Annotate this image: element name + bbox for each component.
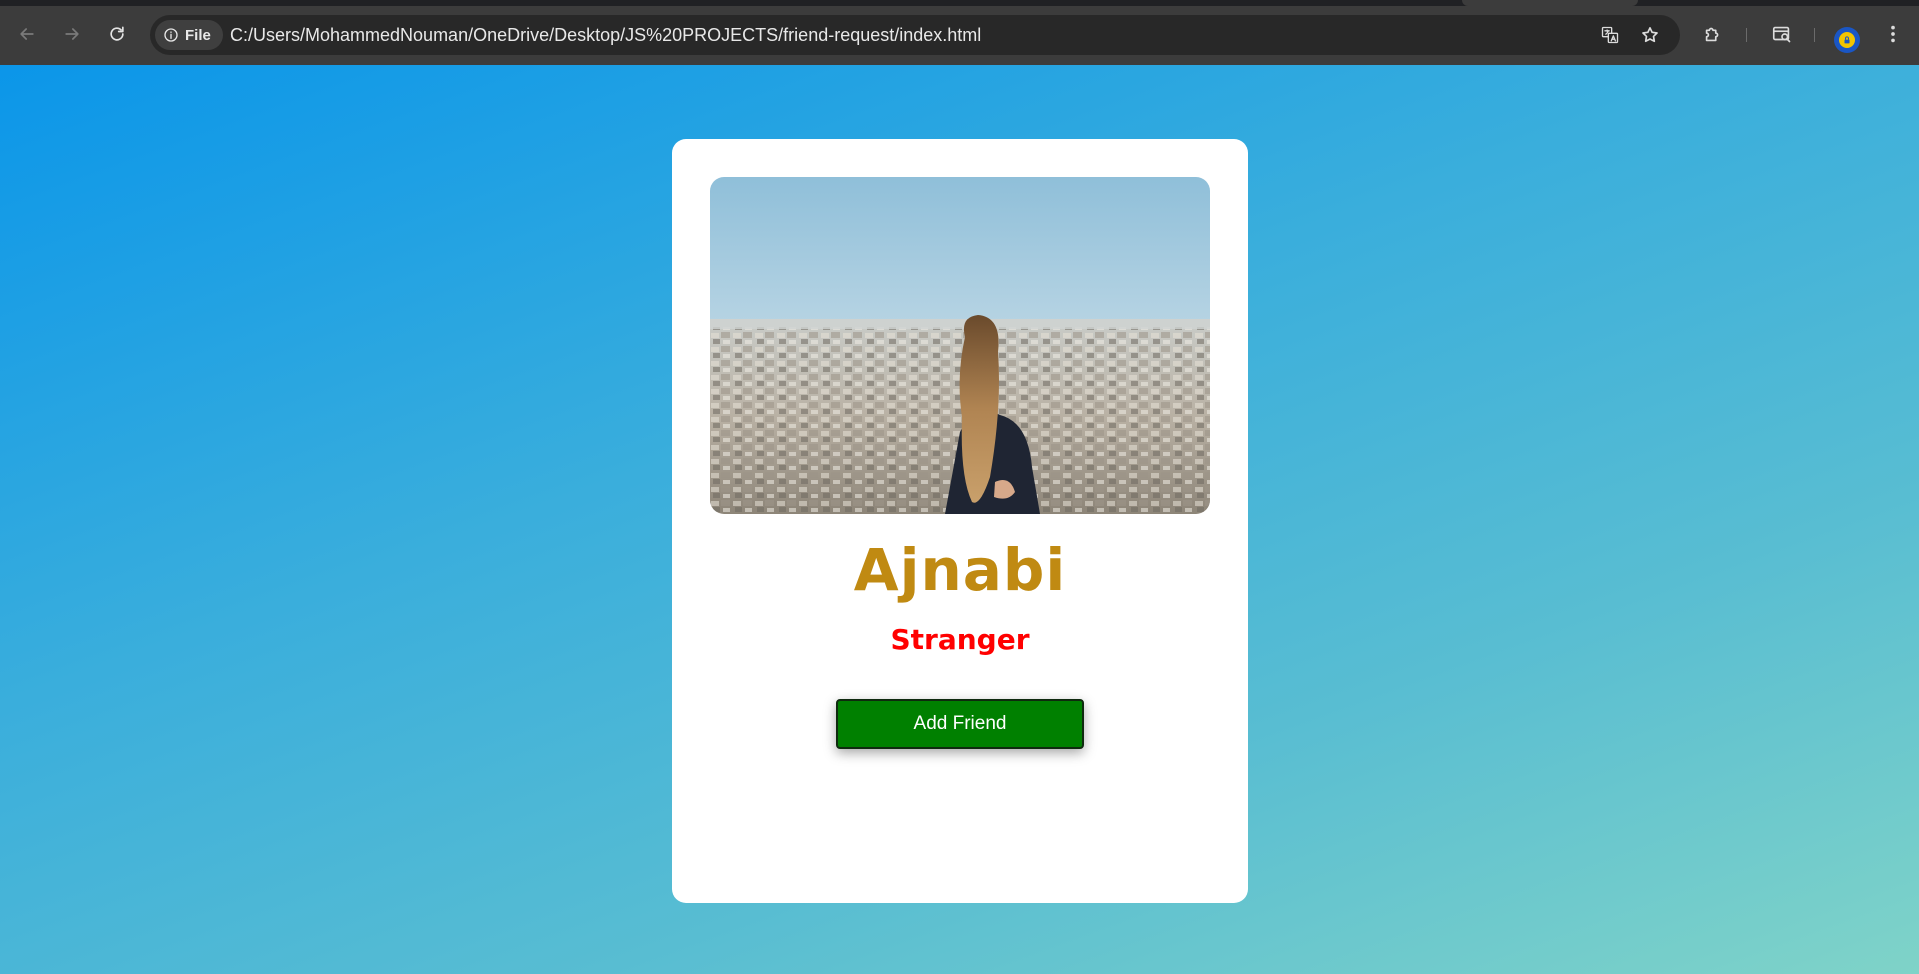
forward-arrow-icon <box>65 28 79 40</box>
reload-button[interactable] <box>100 17 134 51</box>
profile-avatar-icon <box>1839 32 1855 48</box>
toolbar-divider <box>1746 28 1747 42</box>
url-text[interactable]: C:/Users/MohammedNouman/OneDrive/Desktop… <box>230 15 981 55</box>
friend-name: Ajnabi <box>853 536 1067 604</box>
translate-button[interactable] <box>1596 21 1624 49</box>
reload-icon <box>110 26 124 41</box>
translate-icon <box>1601 26 1619 44</box>
friend-status: Stranger <box>890 623 1030 656</box>
tab-search-icon <box>1772 26 1791 43</box>
profile-photo <box>710 177 1210 514</box>
tab-search-button[interactable] <box>1767 19 1797 49</box>
puzzle-icon <box>1705 27 1719 42</box>
browser-menu-button[interactable] <box>1878 19 1908 49</box>
extensions-button[interactable] <box>1698 19 1728 49</box>
browser-top-bar: File C:/Users/MohammedNouman/OneDrive/De… <box>0 0 1919 65</box>
bookmark-button[interactable] <box>1636 21 1664 49</box>
site-info-label: File <box>185 26 211 44</box>
page-background: Ajnabi Stranger Add Friend <box>0 65 1919 974</box>
kebab-menu-icon <box>1891 25 1895 43</box>
profile-button[interactable] <box>1834 27 1860 53</box>
star-icon <box>1642 27 1658 43</box>
browser-toolbar: File C:/Users/MohammedNouman/OneDrive/De… <box>0 6 1919 65</box>
info-icon <box>164 28 178 42</box>
site-info-chip[interactable]: File <box>155 20 223 50</box>
toolbar-divider <box>1814 28 1815 42</box>
friend-card: Ajnabi Stranger Add Friend <box>672 139 1248 903</box>
forward-button[interactable] <box>55 17 89 51</box>
back-button[interactable] <box>10 17 44 51</box>
address-bar[interactable]: File C:/Users/MohammedNouman/OneDrive/De… <box>150 15 1680 55</box>
back-arrow-icon <box>20 28 34 40</box>
city-view-photo <box>710 177 1210 514</box>
add-friend-button[interactable]: Add Friend <box>836 699 1084 749</box>
